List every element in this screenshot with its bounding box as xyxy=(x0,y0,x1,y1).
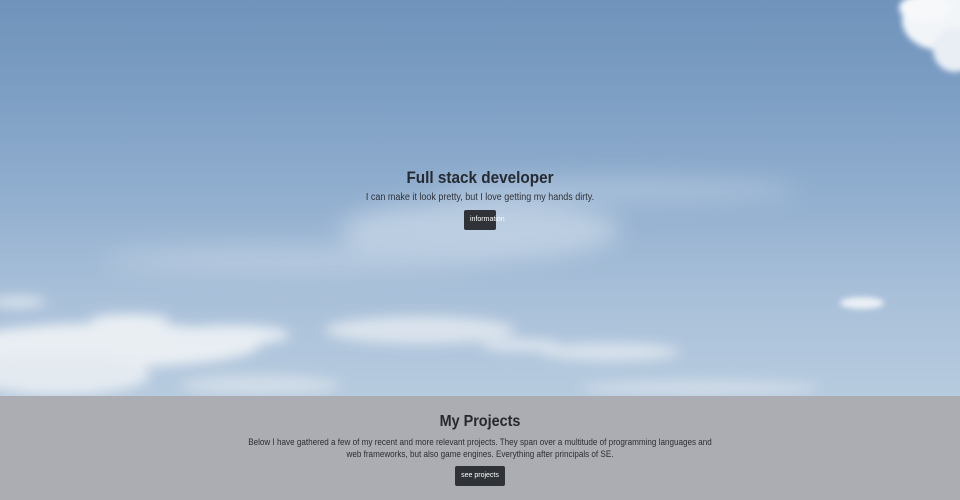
hero-content: Full stack developer I can make it look … xyxy=(0,168,960,230)
projects-description: Below I have gathered a few of my recent… xyxy=(248,437,712,459)
information-button[interactable]: information xyxy=(464,210,505,230)
hero-section: Full stack developer I can make it look … xyxy=(0,0,960,396)
projects-title: My Projects xyxy=(439,413,521,430)
see-projects-button[interactable]: see projects xyxy=(455,466,505,486)
projects-section: My Projects Below I have gathered a few … xyxy=(0,396,960,500)
hero-subtitle: I can make it look pretty, but I love ge… xyxy=(365,192,595,203)
hero-title: Full stack developer xyxy=(406,168,554,187)
page: Full stack developer I can make it look … xyxy=(0,0,960,500)
